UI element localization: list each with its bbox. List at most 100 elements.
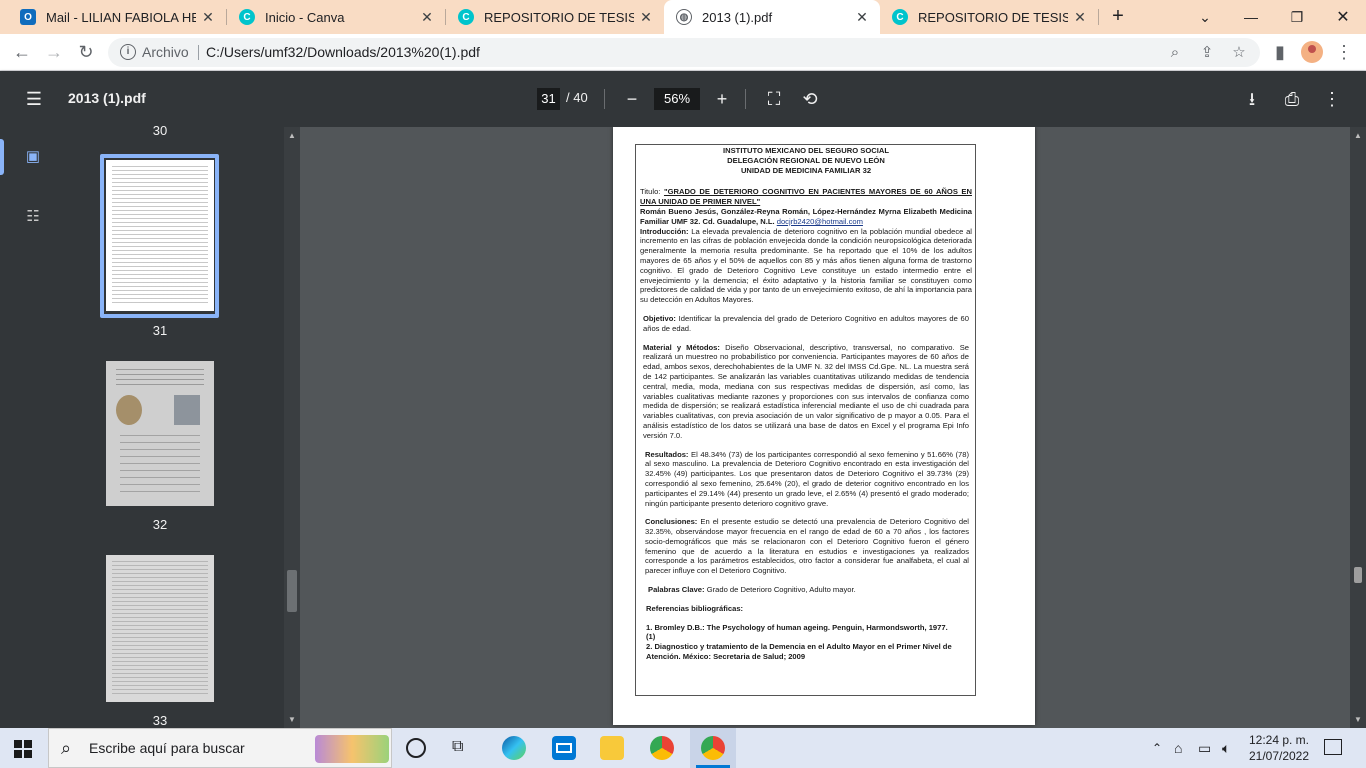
imss-logo-icon [174,395,200,425]
references-label: Referencias bibliográficas: [646,603,744,613]
tab-separator [1098,9,1099,25]
zoom-in-icon[interactable]: + [710,87,734,111]
tab-strip: O Mail - LILIAN FABIOLA HERN ✕ C Inicio … [0,0,1366,34]
file-explorer-icon[interactable] [600,736,624,760]
page-total: / 40 [566,90,588,105]
reference-2: 2. Diagnostico y tratamiento de la Demen… [646,642,952,662]
scheme-label: Archivo [142,44,189,60]
side-panel-icon[interactable]: ▮ [1266,38,1294,66]
mail-app-icon[interactable] [552,736,576,760]
tab-mail[interactable]: O Mail - LILIAN FABIOLA HERN ✕ [8,0,226,34]
thumbnails-image-icon[interactable]: ▣ [22,146,44,168]
thumbnail-content [112,561,208,696]
thumbnail-content [112,166,208,305]
thesis-title: "GRADO DE DETERIORO COGNITIVO EN PACIENT… [640,187,972,207]
viewer-scroll-thumb[interactable] [1354,567,1362,583]
close-icon[interactable]: ✕ [638,9,654,25]
document-outline-icon[interactable]: ☷ [22,206,44,228]
bookmark-star-icon[interactable]: ☆ [1230,44,1248,62]
tab-title: REPOSITORIO DE TESIS UMF [918,9,1068,25]
volume-icon[interactable]: 🔈︎ [1222,728,1230,768]
minimize-button[interactable]: — [1228,0,1274,34]
objective-label: Objetivo: [643,313,676,323]
close-window-button[interactable]: ✕ [1320,0,1366,34]
close-icon[interactable]: ✕ [854,9,870,25]
zoom-input[interactable]: 56% [654,88,700,110]
sidebar-scrollbar[interactable]: ▲ ▼ [284,127,300,728]
address-bar[interactable]: i Archivo C:/Users/umf32/Downloads/2013%… [108,38,1260,67]
reload-button[interactable]: ↻ [72,38,100,66]
system-clock[interactable]: 12:24 p. m. 21/07/2022 [1246,732,1312,764]
more-options-icon[interactable]: ⋮ [1320,87,1344,111]
maximize-button[interactable]: ❐ [1274,0,1320,34]
hamburger-menu-icon[interactable]: ☰ [22,87,46,111]
new-tab-button[interactable]: + [1106,5,1130,29]
author-email-link[interactable]: docjrb2420@hotmail.com [777,217,863,226]
thumbnail-page-32[interactable] [106,361,214,506]
zoom-out-icon[interactable]: − [620,87,644,111]
browser-menu-icon[interactable]: ⋮ [1330,38,1358,66]
canva-icon: C [458,9,474,25]
close-icon[interactable]: ✕ [200,9,216,25]
tab-repositorio-1[interactable]: C REPOSITORIO DE TESIS UMF ✕ [446,0,664,34]
share-icon[interactable]: ⇪ [1198,44,1216,62]
zoom-magnifier-icon[interactable]: ⌕ [1166,44,1184,62]
edge-browser-icon[interactable] [502,736,526,760]
tulips-search-highlight-icon[interactable] [315,735,389,763]
cortana-circle-icon[interactable] [406,738,426,758]
outlook-icon: O [20,9,36,25]
start-quad [24,740,32,748]
network-icon[interactable]: ⌂ [1174,728,1182,768]
intro-label: Introducción: [640,226,689,236]
rotate-icon[interactable]: ⟲ [798,87,822,111]
print-icon[interactable]: ⎙ [1280,87,1304,111]
forward-button[interactable]: → [40,38,68,66]
keywords-section: Palabras Clave: Grado de Deterioro Cogni… [640,585,972,595]
scroll-up-arrow-icon[interactable]: ▲ [288,131,296,140]
start-quad [14,750,22,758]
sidebar-scroll-thumb[interactable] [287,570,297,612]
battery-icon[interactable]: ▭ [1198,728,1211,768]
scroll-down-arrow-icon[interactable]: ▼ [1354,715,1362,724]
page-number-input[interactable]: 31 [537,88,560,110]
info-icon[interactable]: i [120,44,136,60]
title-label: Titulo: [640,187,661,197]
viewer-scrollbar[interactable]: ▲ ▼ [1350,127,1366,728]
tab-search-chevron-icon[interactable]: ⌄ [1182,0,1228,34]
chrome-icon[interactable] [650,736,674,760]
chrome-active-task[interactable] [690,728,736,768]
page-text-content: INSTITUTO MEXICANO DEL SEGURO SOCIAL DEL… [640,146,972,662]
tab-pdf-active[interactable]: ◍ 2013 (1).pdf ✕ [664,0,880,34]
close-icon[interactable]: ✕ [1072,9,1088,25]
show-hidden-icons-chevron-icon[interactable]: ⌃ [1152,728,1162,768]
notification-center-icon[interactable] [1324,739,1342,755]
toolbar-separator [604,89,605,109]
scroll-up-arrow-icon[interactable]: ▲ [1354,131,1362,140]
start-quad [14,740,22,748]
tab-repositorio-2[interactable]: C REPOSITORIO DE TESIS UMF ✕ [880,0,1098,34]
tab-canva[interactable]: C Inicio - Canva ✕ [227,0,445,34]
title-line: Titulo: "GRADO DE DETERIORO COGNITIVO EN… [640,187,972,207]
authors-line: Román Bueno Jesús, González-Reyna Román,… [640,207,972,227]
canva-icon: C [239,9,255,25]
thumbnail-content [120,435,200,495]
thumbnail-page-33[interactable] [106,555,214,702]
download-icon[interactable]: ⭳ [1240,87,1264,111]
university-seal-icon [116,395,142,425]
profile-avatar[interactable] [1301,41,1323,63]
windows-start-icon[interactable] [14,740,32,758]
objective-section: Objetivo: Identificar la prevalencia del… [640,314,972,334]
clock-time: 12:24 p. m. [1248,733,1310,747]
back-button[interactable]: ← [8,38,36,66]
thumbnail-page-31[interactable] [106,160,214,311]
scroll-down-arrow-icon[interactable]: ▼ [288,715,296,724]
search-icon: ⌕ [61,738,72,758]
pdf-toolbar: ☰ 2013 (1).pdf 31 / 40 − 56% + ⛶ ⟲ ⭳ ⎙ ⋮ [0,71,1366,127]
fit-to-page-icon[interactable]: ⛶ [762,87,786,111]
taskbar-search-box[interactable]: ⌕ Escribe aquí para buscar [48,728,392,768]
url-text[interactable]: C:/Users/umf32/Downloads/2013%20(1).pdf [206,44,480,60]
task-view-icon[interactable]: ⧉ [452,738,474,758]
close-icon[interactable]: ✕ [419,9,435,25]
thumbnail-number: 33 [152,713,168,728]
tab-title: Mail - LILIAN FABIOLA HERN [46,9,196,25]
